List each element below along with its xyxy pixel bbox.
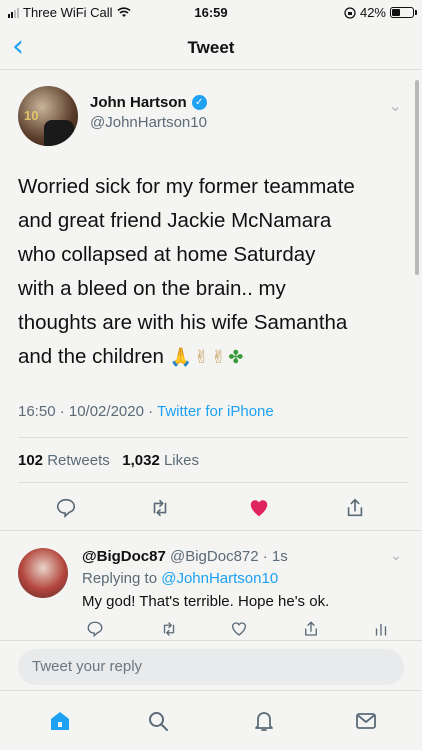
tab-home[interactable] (48, 709, 74, 735)
crossed-fingers-icon: ✌ (194, 347, 212, 368)
replying-to: Replying to @JohnHartson10 (82, 570, 278, 587)
search-icon (149, 712, 168, 731)
tab-messages[interactable] (354, 709, 380, 735)
tweet-stats: 102 Retweets 1,032 Likes (18, 452, 199, 469)
share-button[interactable] (341, 494, 369, 522)
home-icon (51, 712, 69, 730)
orientation-lock-icon (344, 6, 356, 19)
page-title: Tweet (187, 38, 235, 57)
tab-search[interactable] (146, 709, 172, 735)
author-name[interactable]: John Hartson (90, 94, 187, 111)
analytics-icon (375, 623, 387, 636)
author-handle[interactable]: @JohnHartson10 (90, 114, 207, 131)
tab-bar (0, 690, 422, 750)
tweet-line: and the children (18, 345, 164, 368)
tweet-line: thoughts are with his wife Samantha (18, 311, 348, 334)
battery-icon (390, 7, 417, 18)
chevron-down-icon[interactable]: ⌄ (389, 96, 402, 115)
retweets-count[interactable]: 102 (18, 452, 43, 469)
battery-group: 42% (344, 5, 417, 20)
retweet-icon (153, 499, 167, 517)
heart-filled-icon (250, 500, 268, 517)
divider (18, 437, 408, 438)
reply-icon (56, 498, 76, 519)
reply-author-handle[interactable]: @BigDoc872 (170, 548, 259, 565)
scrollbar[interactable] (415, 80, 419, 275)
tweet-line-last: and the children 🙏✌✌✤ (18, 340, 413, 375)
nav-bar: ‹ Tweet (0, 26, 422, 70)
battery-percent: 42% (359, 5, 386, 20)
tweet-source-link[interactable]: Twitter for iPhone (157, 403, 274, 420)
chevron-down-icon[interactable]: ⌄ (390, 548, 402, 564)
retweet-button[interactable] (160, 620, 182, 642)
folded-hands-icon: 🙏 (169, 347, 195, 368)
replying-prefix: Replying to (82, 570, 162, 587)
notifications-icon (255, 712, 273, 731)
tweet-line: Worried sick for my former teammate (18, 175, 355, 198)
messages-icon (356, 713, 376, 729)
tweet-line: with a bleed on the brain.. my (18, 277, 286, 300)
share-icon (305, 621, 317, 636)
share-button[interactable] (302, 620, 324, 642)
reply-button[interactable] (86, 620, 108, 642)
analytics-button[interactable] (372, 620, 394, 642)
tweet-line: who collapsed at home Saturday (18, 243, 316, 266)
retweets-label[interactable]: Retweets (47, 452, 110, 469)
reply-input[interactable]: Tweet your reply (18, 649, 404, 685)
retweet-button[interactable] (146, 494, 174, 522)
likes-label[interactable]: Likes (164, 452, 199, 469)
reply-author-name[interactable]: @BigDoc87 (82, 548, 166, 565)
reply-button[interactable] (52, 494, 80, 522)
avatar[interactable] (18, 548, 68, 598)
like-button[interactable] (245, 494, 273, 522)
heart-icon (231, 622, 247, 636)
four-leaf-clover-icon: ✤ (228, 347, 246, 368)
like-button[interactable] (230, 620, 252, 642)
tweet-actions (0, 488, 422, 528)
reply-text: My god! That's terrible. Hope he's ok. (82, 593, 330, 610)
emoji-group: 🙏✌✌✤ (170, 347, 246, 368)
reply-icon (87, 621, 103, 638)
divider (0, 530, 422, 531)
share-icon (347, 498, 363, 517)
retweet-icon (163, 622, 175, 636)
likes-count[interactable]: 1,032 (122, 452, 160, 469)
tab-notifications[interactable] (252, 709, 278, 735)
status-bar: Three WiFi Call 16:59 42% (0, 0, 422, 26)
divider (18, 482, 408, 483)
reply-header: @BigDoc87 @BigDoc872 · 1s (82, 548, 288, 565)
tweet-text: Worried sick for my former teammate and … (18, 170, 413, 375)
crossed-fingers-icon: ✌ (211, 347, 229, 368)
tweet-author[interactable]: John Hartson ✓ @JohnHartson10 (90, 94, 207, 131)
tweet-line: and great friend Jackie McNamara (18, 209, 332, 232)
tweet-timestamp: 16:50 · 10/02/2020 · (18, 403, 157, 420)
reply-composer: Tweet your reply (0, 640, 422, 690)
verified-badge-icon: ✓ (191, 95, 207, 110)
replying-to-link[interactable]: @JohnHartson10 (161, 570, 278, 587)
reply-age: · 1s (262, 548, 288, 565)
avatar[interactable]: 10 (18, 86, 78, 146)
tweet-meta: 16:50 · 10/02/2020 · Twitter for iPhone (18, 403, 274, 420)
